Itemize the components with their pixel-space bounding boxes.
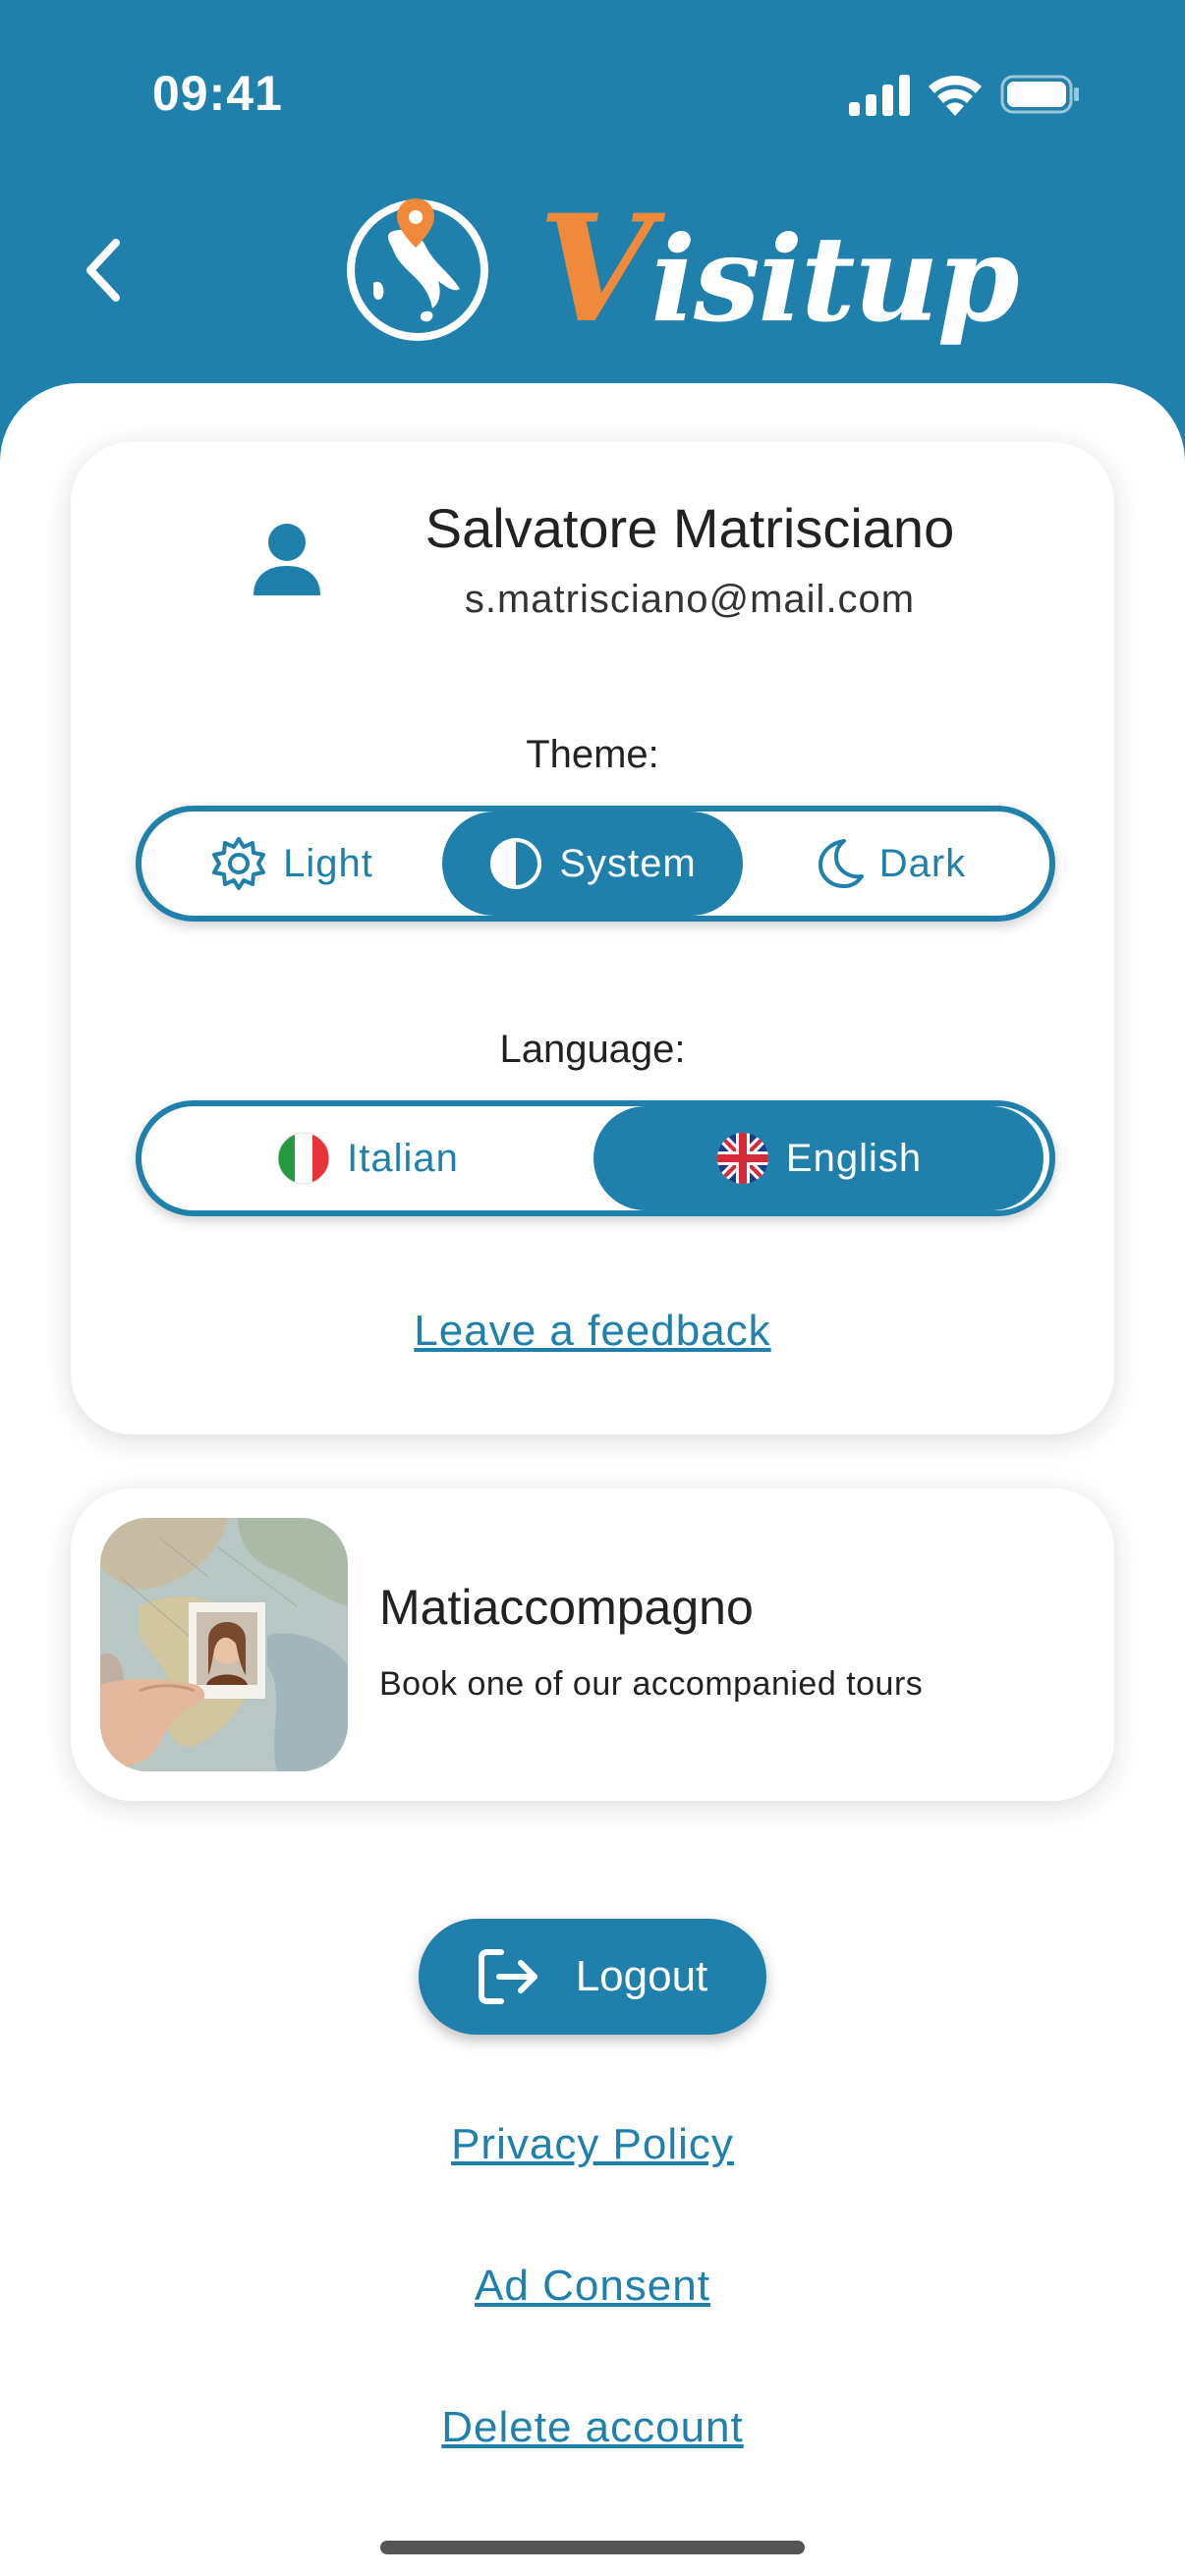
brand-name: isitup — [650, 210, 1019, 349]
language-option-english[interactable]: English — [593, 1106, 1044, 1210]
back-button[interactable] — [65, 231, 143, 309]
promo-subtitle: Book one of our accompanied tours — [379, 1665, 924, 1703]
sun-gear-icon — [212, 837, 266, 890]
accompanied-tours-card[interactable]: Matiaccompagno Book one of our accompani… — [71, 1488, 1114, 1801]
theme-option-label: System — [559, 841, 697, 885]
theme-toggle: Light System Dark — [136, 806, 1055, 922]
theme-option-label: Light — [283, 841, 373, 885]
logout-label: Logout — [575, 1952, 708, 2000]
wifi-icon — [929, 76, 982, 116]
theme-label: Theme: — [526, 733, 659, 776]
battery-icon — [1000, 75, 1079, 114]
theme-option-dark[interactable]: Dark — [743, 812, 1038, 916]
privacy-policy-link[interactable]: Privacy Policy — [0, 2120, 1185, 2169]
status-bar: 09:41 — [0, 0, 1185, 187]
user-name: Salvatore Matrisciano — [424, 497, 955, 559]
logout-button[interactable]: Logout — [419, 1919, 766, 2035]
italy-flag-icon — [277, 1132, 330, 1185]
ad-consent-link[interactable]: Ad Consent — [0, 2262, 1185, 2311]
cellular-signal-icon — [849, 75, 910, 116]
language-option-label: Italian — [347, 1136, 459, 1180]
language-label: Language: — [499, 1028, 686, 1071]
italy-globe-pin-icon — [347, 198, 488, 341]
profile-card: Salvatore Matrisciano s.matrisciano@mail… — [71, 442, 1114, 1434]
half-circle-icon — [490, 838, 542, 889]
promo-title: Matiaccompagno — [379, 1580, 754, 1635]
language-option-label: English — [785, 1136, 923, 1180]
language-toggle: Italian English — [136, 1100, 1055, 1216]
theme-option-label: Dark — [878, 841, 967, 885]
leave-feedback-link[interactable]: Leave a feedback — [71, 1307, 1114, 1356]
user-email: s.matrisciano@mail.com — [464, 578, 916, 621]
logout-icon — [478, 1949, 537, 2004]
theme-option-system[interactable]: System — [442, 812, 743, 916]
delete-account-link[interactable]: Delete account — [0, 2403, 1185, 2452]
language-option-italian[interactable]: Italian — [141, 1106, 593, 1210]
home-indicator[interactable] — [380, 2541, 805, 2554]
brand-logo: Visitup — [538, 183, 1020, 356]
theme-option-light[interactable]: Light — [141, 812, 442, 916]
status-time: 09:41 — [152, 66, 283, 121]
uk-flag-icon — [716, 1133, 768, 1184]
user-icon — [254, 524, 320, 595]
moon-icon — [818, 839, 864, 888]
promo-image — [100, 1518, 348, 1771]
chevron-left-icon — [86, 239, 120, 302]
brand-letter-v: V — [538, 183, 652, 356]
